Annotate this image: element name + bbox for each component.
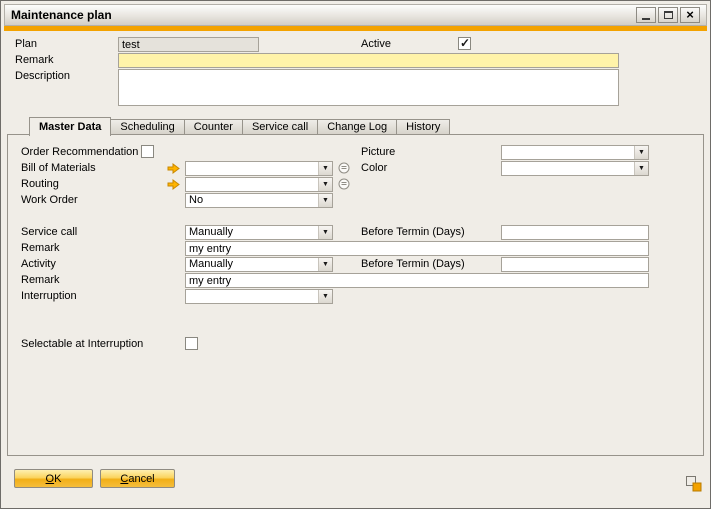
work-order-select[interactable]: No ▼ xyxy=(185,193,333,208)
work-order-value: No xyxy=(186,194,318,207)
routing-label: Routing xyxy=(21,178,59,191)
bill-of-materials-select[interactable]: ▼ xyxy=(185,161,333,176)
interruption-select[interactable]: ▼ xyxy=(185,289,333,304)
cancel-button-label: Cancel xyxy=(120,473,154,485)
link-arrow-icon[interactable] xyxy=(167,163,180,174)
chevron-down-icon[interactable]: ▼ xyxy=(634,146,648,159)
color-select[interactable]: ▼ xyxy=(501,161,649,176)
service-remark-input[interactable] xyxy=(185,241,649,256)
close-button[interactable]: × xyxy=(680,7,700,23)
color-select-value xyxy=(502,162,634,175)
routing-select[interactable]: ▼ xyxy=(185,177,333,192)
tab-label: Master Data xyxy=(39,121,101,133)
plan-label: Plan xyxy=(15,38,37,51)
cancel-button[interactable]: Cancel xyxy=(100,469,175,488)
routing-select-value xyxy=(186,178,318,191)
remark-input[interactable] xyxy=(118,53,619,68)
maximize-button[interactable] xyxy=(658,7,678,23)
activity-value: Manually xyxy=(186,258,318,271)
picture-select[interactable]: ▼ xyxy=(501,145,649,160)
service-remark-label: Remark xyxy=(21,242,60,255)
order-recommendation-label: Order Recommendation xyxy=(21,146,138,159)
activity-remark-input[interactable] xyxy=(185,273,649,288)
tab-label: History xyxy=(406,121,440,133)
maximize-icon xyxy=(664,11,673,19)
color-label: Color xyxy=(361,162,387,175)
plan-input[interactable] xyxy=(118,37,259,52)
minimize-icon xyxy=(642,18,650,20)
description-label: Description xyxy=(15,70,70,83)
service-call-value: Manually xyxy=(186,226,318,239)
work-order-label: Work Order xyxy=(21,194,78,207)
interruption-label: Interruption xyxy=(21,290,77,303)
chevron-down-icon[interactable]: ▼ xyxy=(318,226,332,239)
service-call-select[interactable]: Manually ▼ xyxy=(185,225,333,240)
activity-select[interactable]: Manually ▼ xyxy=(185,257,333,272)
window-title: Maintenance plan xyxy=(11,8,634,22)
tab-label: Counter xyxy=(194,121,233,133)
service-before-termin-input[interactable] xyxy=(501,225,649,240)
chevron-down-icon[interactable]: ▼ xyxy=(318,258,332,271)
choose-from-list-circle-icon[interactable] xyxy=(338,162,350,174)
minimize-button[interactable] xyxy=(636,7,656,23)
picture-select-value xyxy=(502,146,634,159)
remark-label: Remark xyxy=(15,54,54,67)
chevron-down-icon[interactable]: ▼ xyxy=(318,290,332,303)
picture-label: Picture xyxy=(361,146,395,159)
master-data-panel xyxy=(7,134,704,456)
tab-master-data[interactable]: Master Data xyxy=(29,117,111,136)
chevron-down-icon[interactable]: ▼ xyxy=(318,194,332,207)
active-checkbox[interactable] xyxy=(458,37,471,50)
tab-label: Change Log xyxy=(327,121,387,133)
link-arrow-icon[interactable] xyxy=(167,179,180,190)
tab-counter[interactable]: Counter xyxy=(185,119,243,135)
tab-strip: Master Data Scheduling Counter Service c… xyxy=(29,117,450,135)
activity-label: Activity xyxy=(21,258,56,271)
service-call-label: Service call xyxy=(21,226,77,239)
active-label: Active xyxy=(361,38,391,51)
chevron-down-icon[interactable]: ▼ xyxy=(318,162,332,175)
tab-label: Service call xyxy=(252,121,308,133)
ok-button[interactable]: OK xyxy=(14,469,93,488)
selectable-at-interruption-label: Selectable at Interruption xyxy=(21,338,143,351)
close-icon: × xyxy=(686,10,694,20)
chevron-down-icon[interactable]: ▼ xyxy=(634,162,648,175)
chevron-down-icon[interactable]: ▼ xyxy=(318,178,332,191)
bill-of-materials-label: Bill of Materials xyxy=(21,162,96,175)
order-recommendation-checkbox[interactable] xyxy=(141,145,154,158)
tab-scheduling[interactable]: Scheduling xyxy=(111,119,184,135)
activity-before-termin-input[interactable] xyxy=(501,257,649,272)
tab-change-log[interactable]: Change Log xyxy=(318,119,397,135)
accent-gold-bar xyxy=(4,26,707,31)
interruption-value xyxy=(186,290,318,303)
ok-button-label: OK xyxy=(46,473,62,485)
bill-of-materials-value xyxy=(186,162,318,175)
title-bar[interactable]: Maintenance plan × xyxy=(4,4,707,26)
maintenance-plan-window: Maintenance plan × Plan Active Remark De… xyxy=(0,0,711,509)
selectable-at-interruption-checkbox[interactable] xyxy=(185,337,198,350)
tab-label: Scheduling xyxy=(120,121,174,133)
activity-before-termin-label: Before Termin (Days) xyxy=(361,258,465,271)
service-before-termin-label: Before Termin (Days) xyxy=(361,226,465,239)
resize-grip-icon[interactable] xyxy=(685,475,702,492)
description-textarea[interactable] xyxy=(118,69,619,106)
choose-from-list-circle-icon[interactable] xyxy=(338,178,350,190)
activity-remark-label: Remark xyxy=(21,274,60,287)
tab-history[interactable]: History xyxy=(397,119,450,135)
tab-service-call[interactable]: Service call xyxy=(243,119,318,135)
